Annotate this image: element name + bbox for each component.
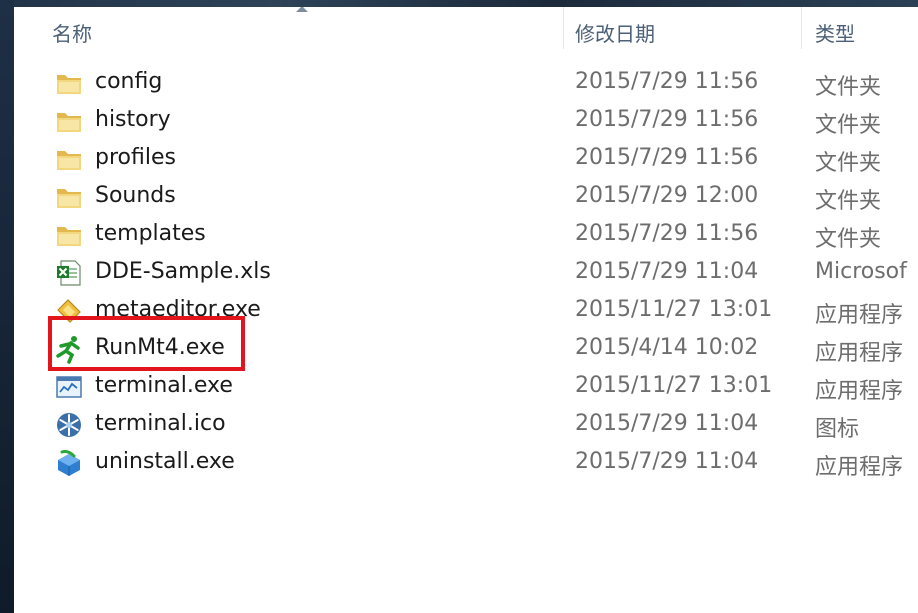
- window-frame-top: [0, 0, 918, 7]
- excel-file-icon: [57, 260, 81, 286]
- folder-icon: [57, 151, 81, 170]
- file-row[interactable]: templates 2015/7/29 11:56 文件夹: [14, 216, 918, 254]
- file-type: 应用程序: [815, 303, 904, 328]
- file-name: Sounds: [95, 183, 176, 208]
- folder-icon: [57, 75, 81, 94]
- column-header-bar: 名称 修改日期 类型: [14, 7, 918, 49]
- file-type: 文件夹: [815, 75, 882, 100]
- file-row[interactable]: Sounds 2015/7/29 12:00 文件夹: [14, 178, 918, 216]
- file-date: 2015/7/29 11:04: [575, 259, 759, 284]
- file-date: 2015/7/29 12:00: [575, 183, 759, 208]
- file-date: 2015/7/29 11:56: [575, 107, 759, 132]
- file-date: 2015/7/29 11:56: [575, 221, 759, 246]
- file-name: config: [95, 69, 163, 94]
- column-header-name[interactable]: 名称: [52, 18, 92, 47]
- folder-icon: [57, 113, 81, 132]
- column-divider[interactable]: [801, 7, 802, 49]
- snowflake-icon: [57, 413, 81, 437]
- file-name: terminal.exe: [95, 373, 233, 398]
- file-date: 2015/11/27 13:01: [575, 373, 773, 398]
- file-row[interactable]: terminal.ico 2015/7/29 11:04 图标: [14, 406, 918, 444]
- file-date: 2015/11/27 13:01: [575, 297, 773, 322]
- file-row[interactable]: profiles 2015/7/29 11:56 文件夹: [14, 140, 918, 178]
- file-row[interactable]: terminal.exe 2015/11/27 13:01 应用程序: [14, 368, 918, 406]
- file-date: 2015/7/29 11:04: [575, 411, 759, 436]
- file-date: 2015/7/29 11:56: [575, 145, 759, 170]
- folder-icon: [57, 227, 81, 246]
- column-divider[interactable]: [563, 7, 564, 49]
- file-type: 应用程序: [815, 379, 904, 404]
- file-name: DDE-Sample.xls: [95, 259, 271, 284]
- column-header-type[interactable]: 类型: [815, 18, 855, 47]
- file-type: 图标: [815, 417, 860, 442]
- file-name: templates: [95, 221, 206, 246]
- highlight-box: [48, 316, 245, 371]
- file-type: 文件夹: [815, 227, 882, 252]
- uninstall-icon: [58, 450, 80, 476]
- file-type: 文件夹: [815, 113, 882, 138]
- file-name: terminal.ico: [95, 411, 226, 436]
- file-type: 文件夹: [815, 189, 882, 214]
- file-name: uninstall.exe: [95, 449, 235, 474]
- file-date: 2015/7/29 11:04: [575, 449, 759, 474]
- file-list-pane: 名称 修改日期 类型 config 2015/7/29 11:56 文件夹 hi…: [14, 7, 918, 613]
- file-type: 应用程序: [815, 341, 904, 366]
- file-row[interactable]: config 2015/7/29 11:56 文件夹: [14, 64, 918, 102]
- file-type: 应用程序: [815, 455, 904, 480]
- column-header-date[interactable]: 修改日期: [575, 18, 655, 47]
- file-type: 文件夹: [815, 151, 882, 176]
- terminal-app-icon: [56, 376, 82, 398]
- file-date: 2015/4/14 10:02: [575, 335, 759, 360]
- file-row[interactable]: history 2015/7/29 11:56 文件夹: [14, 102, 918, 140]
- file-row[interactable]: DDE-Sample.xls 2015/7/29 11:04 Microsof: [14, 254, 918, 292]
- file-date: 2015/7/29 11:56: [575, 69, 759, 94]
- window-frame-left: [0, 0, 14, 613]
- file-type: Microsof: [815, 259, 907, 284]
- folder-icon: [57, 189, 81, 208]
- file-row[interactable]: uninstall.exe 2015/7/29 11:04 应用程序: [14, 444, 918, 482]
- file-name: profiles: [95, 145, 176, 170]
- file-name: history: [95, 107, 171, 132]
